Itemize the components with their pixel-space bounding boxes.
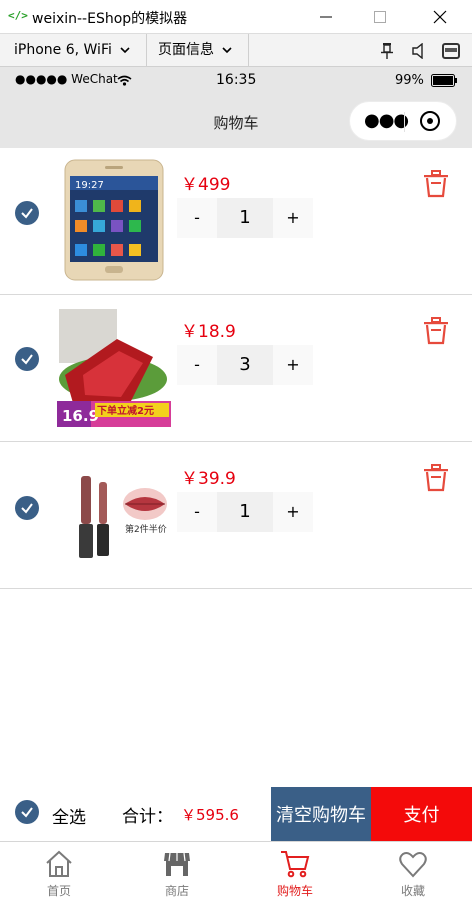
- tab-label: 购物车: [276, 884, 313, 898]
- window-icon[interactable]: [442, 42, 460, 60]
- item-price: ￥499: [181, 175, 231, 195]
- lipgloss-badge: 第2件半价: [125, 523, 167, 535]
- tab-cart[interactable]: 购物车: [236, 842, 354, 902]
- increment-button[interactable]: +: [273, 198, 313, 238]
- jerky-badge-price: 16.9: [62, 407, 99, 425]
- tab-store[interactable]: 商店: [118, 842, 236, 902]
- heart-icon: [399, 852, 427, 878]
- close-button[interactable]: [418, 0, 462, 34]
- device-label: iPhone 6, WiFi: [14, 42, 112, 58]
- code-icon: </>: [8, 9, 28, 22]
- toolbar-divider: [248, 34, 249, 66]
- product-image-lipgloss: 第2件半价: [57, 452, 171, 576]
- battery-percent: 99%: [395, 73, 424, 88]
- tab-home[interactable]: 首页: [0, 842, 118, 902]
- pin-icon[interactable]: [380, 42, 394, 60]
- pay-button[interactable]: 支付: [371, 787, 472, 841]
- tab-bar: 首页 商店 购物车 收藏: [0, 841, 472, 901]
- carrier-text: ●●●●● WeChat: [15, 72, 118, 86]
- product-image-jerky: 16.9 下单立减2元: [57, 305, 171, 429]
- decrement-button[interactable]: -: [177, 198, 217, 238]
- store-icon: [164, 852, 190, 876]
- page-info-select[interactable]: 页面信息: [158, 34, 233, 66]
- tab-label: 商店: [164, 884, 189, 898]
- checkout-bar: 全选 合计： ￥595.6 清空购物车 支付: [0, 787, 472, 841]
- wifi-icon: [117, 75, 132, 86]
- increment-button[interactable]: +: [273, 492, 313, 532]
- item-checkbox[interactable]: [15, 201, 39, 225]
- decrement-button[interactable]: -: [177, 345, 217, 385]
- capsule-divider: [404, 112, 405, 132]
- cart-list: 19:27 ￥499 - 1 + 16.9 下单立减2元 ￥18.9 - 3 +…: [0, 148, 472, 589]
- jerky-banner: 下单立减2元: [97, 404, 154, 417]
- status-time: 16:35: [216, 72, 257, 88]
- maximize-icon: [374, 11, 386, 23]
- home-icon: [46, 850, 72, 877]
- quantity-value[interactable]: 3: [217, 345, 273, 385]
- close-icon: [433, 10, 447, 24]
- product-image-phone: 19:27: [64, 159, 164, 281]
- tab-label: 收藏: [400, 884, 425, 898]
- tab-label: 首页: [46, 884, 71, 898]
- checkmark-icon: [21, 503, 33, 514]
- total-label: 合计：: [122, 807, 173, 827]
- select-all-checkbox[interactable]: [15, 800, 39, 824]
- cart-item: 19:27 ￥499 - 1 +: [0, 148, 472, 295]
- toolbar-divider: [146, 34, 147, 66]
- increment-button[interactable]: +: [273, 345, 313, 385]
- cart-icon: [281, 851, 310, 878]
- capsule-menu: ●●●: [349, 101, 457, 141]
- item-checkbox[interactable]: [15, 347, 39, 371]
- minimize-icon: [320, 16, 332, 18]
- chevron-down-icon: [222, 47, 233, 54]
- quantity-stepper: - 3 +: [177, 345, 313, 385]
- quantity-stepper: - 1 +: [177, 198, 313, 238]
- clear-cart-button[interactable]: 清空购物车: [271, 787, 371, 841]
- checkmark-icon: [21, 354, 33, 365]
- trash-icon[interactable]: [423, 317, 449, 345]
- device-select[interactable]: iPhone 6, WiFi: [14, 34, 130, 66]
- minimize-button[interactable]: [304, 0, 348, 34]
- decrement-button[interactable]: -: [177, 492, 217, 532]
- close-miniprogram-icon[interactable]: [420, 111, 440, 131]
- quantity-value[interactable]: 1: [217, 492, 273, 532]
- simulator-toolbar: iPhone 6, WiFi 页面信息: [0, 34, 472, 67]
- select-all-label[interactable]: 全选: [52, 803, 86, 828]
- maximize-button[interactable]: [358, 0, 402, 34]
- item-checkbox[interactable]: [15, 496, 39, 520]
- window-titlebar: </> weixin--EShop的模拟器: [0, 0, 472, 34]
- cart-item: 第2件半价 ￥39.9 - 1 +: [0, 442, 472, 589]
- total-value: ￥595.6: [181, 806, 239, 824]
- chevron-down-icon: [120, 47, 130, 54]
- window-title: weixin--EShop的模拟器: [32, 11, 188, 27]
- speaker-icon[interactable]: [412, 43, 426, 59]
- quantity-stepper: - 1 +: [177, 492, 313, 532]
- item-price: ￥18.9: [181, 322, 236, 342]
- page-info-label: 页面信息: [158, 42, 214, 58]
- checkmark-icon: [21, 807, 33, 818]
- cart-item: 16.9 下单立减2元 ￥18.9 - 3 +: [0, 295, 472, 442]
- tab-favorites[interactable]: 收藏: [354, 842, 472, 902]
- quantity-value[interactable]: 1: [217, 198, 273, 238]
- trash-icon[interactable]: [423, 464, 449, 492]
- svg-text:19:27: 19:27: [75, 180, 104, 191]
- trash-icon[interactable]: [423, 170, 449, 198]
- battery-icon: [431, 74, 457, 87]
- more-icon[interactable]: ●●●: [364, 110, 409, 131]
- checkmark-icon: [21, 208, 33, 219]
- status-bar: ●●●●● WeChat 16:35 99%: [0, 67, 472, 95]
- item-price: ￥39.9: [181, 469, 236, 489]
